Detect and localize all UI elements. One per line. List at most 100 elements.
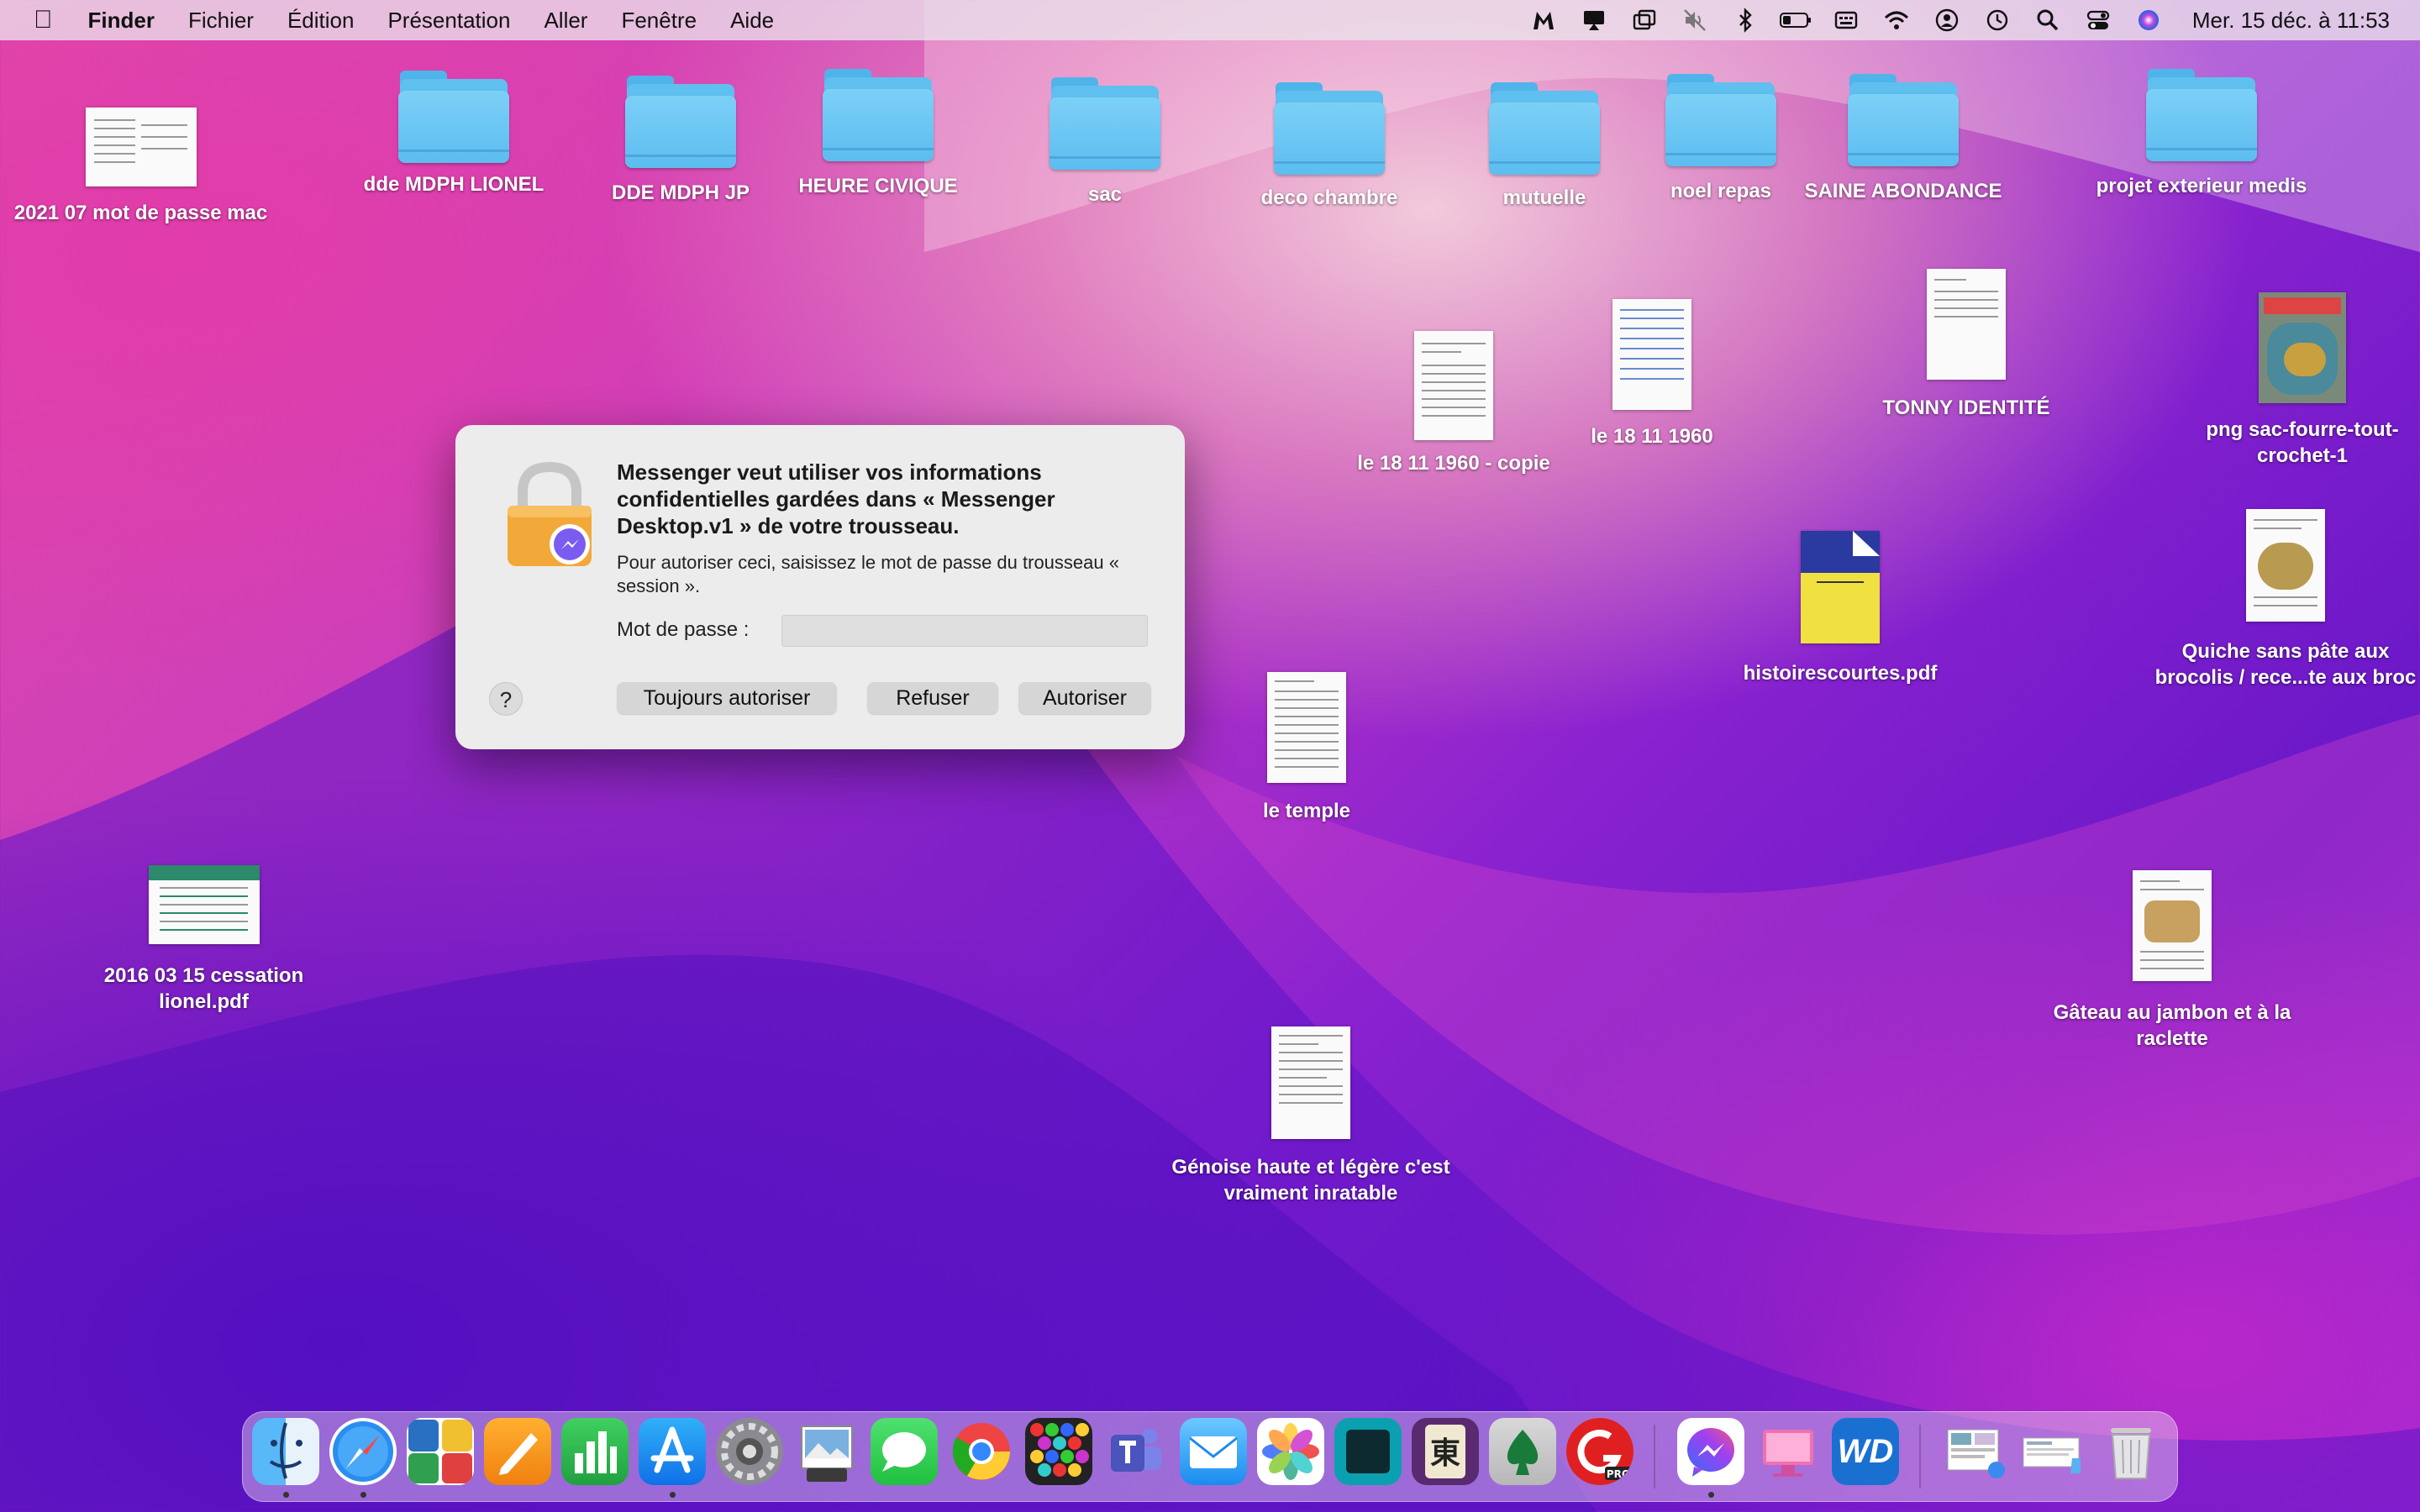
always-allow-button[interactable]: Toujours autoriser (617, 682, 837, 714)
deny-button[interactable]: Refuser (867, 682, 998, 714)
dock-safari[interactable] (329, 1418, 397, 1498)
dock-folder-stack[interactable] (2020, 1418, 2087, 1488)
preview-icon (793, 1418, 860, 1485)
dock-messages[interactable] (871, 1418, 938, 1488)
desktop-folder[interactable]: deco chambre (1228, 79, 1430, 211)
dock-downloads-stack[interactable] (1943, 1418, 2010, 1488)
menu-aller[interactable]: Aller (527, 0, 604, 40)
desktop-file[interactable]: 2016 03 15 cessation lionel.pdf (84, 865, 324, 1015)
time-machine-icon[interactable] (1972, 0, 2023, 40)
screens-icon[interactable] (1619, 0, 1670, 40)
photos-icon (1257, 1418, 1324, 1485)
user-icon[interactable] (1922, 0, 1972, 40)
dock-finder[interactable] (252, 1418, 319, 1498)
dock-app-store[interactable] (639, 1418, 706, 1498)
battery-icon[interactable] (1770, 0, 1821, 40)
numbers-icon (561, 1418, 629, 1485)
file-label: 2021 07 mot de passe mac (13, 202, 268, 224)
folder-icon (1846, 71, 1960, 168)
dock-mahjong[interactable]: 東 (1412, 1418, 1479, 1488)
dock-pages[interactable] (484, 1418, 551, 1488)
dock-soulver[interactable] (407, 1418, 474, 1488)
desktop-folder[interactable]: projet exterieur medis (2075, 66, 2328, 199)
dock-separator (1654, 1425, 1655, 1488)
search-icon[interactable] (2023, 0, 2073, 40)
dock-trash[interactable] (2097, 1418, 2165, 1488)
desktop-file[interactable]: TONNY IDENTITÉ (1857, 269, 2075, 421)
safari-icon (329, 1418, 397, 1485)
password-field[interactable] (781, 615, 1148, 647)
desktop-file[interactable]: le 18 11 1960 (1551, 299, 1753, 449)
folder-icon (397, 67, 511, 165)
folder-icon (2144, 66, 2259, 163)
dialog-description: Pour autoriser ceci, saisissez le mot de… (617, 552, 1119, 596)
dock-mail[interactable] (1180, 1418, 1247, 1488)
desktop-file[interactable]: le temple (1202, 672, 1412, 824)
folder-icon (821, 66, 935, 163)
siri-icon[interactable] (2123, 0, 2174, 40)
desktop-file[interactable]: Gâteau au jambon et à la raclette (2033, 870, 2311, 1052)
dock-antidote[interactable]: PRO (1566, 1418, 1634, 1488)
document-thumbnail-icon (85, 108, 197, 186)
gear-icon (716, 1418, 783, 1485)
menu-fenetre[interactable]: Fenêtre (604, 0, 713, 40)
dock-solitaire[interactable] (1489, 1418, 1556, 1488)
desktop-file[interactable]: 2021 07 mot de passe mac (0, 108, 281, 226)
finder-icon (252, 1418, 319, 1485)
desktop-file[interactable]: Quiche sans pâte aux brocolis / rece...t… (2151, 509, 2420, 690)
desktop-folder[interactable]: mutuelle (1444, 79, 1645, 211)
dock-chrome[interactable] (948, 1418, 1015, 1488)
desktop-file[interactable]: Génoise haute et légère c'est vraiment i… (1134, 1026, 1487, 1206)
desktop-folder[interactable]: SAINE ABONDANCE (1781, 71, 2025, 204)
chrome-icon (948, 1418, 1015, 1485)
document-thumbnail-icon (2246, 509, 2325, 622)
dock-system-preferences[interactable] (716, 1418, 783, 1488)
desktop-file[interactable]: le 18 11 1960 - copie (1336, 331, 1571, 476)
desktop-folder[interactable]: sac (1004, 74, 1206, 207)
keychain-access-dialog: Messenger veut utiliser vos informations… (455, 425, 1185, 749)
dock-photos[interactable] (1257, 1418, 1324, 1488)
dock-numbers[interactable] (561, 1418, 629, 1488)
help-button[interactable]: ? (489, 682, 523, 716)
keyboard-icon[interactable] (1821, 0, 1871, 40)
dock-preview[interactable] (793, 1418, 860, 1488)
dock-wd-discovery[interactable]: WD (1832, 1418, 1899, 1488)
file-label: le temple (1262, 800, 1351, 822)
file-label: histoirescourtes.pdf (1743, 662, 1938, 685)
dock-cleanmymac[interactable] (1754, 1418, 1822, 1488)
dock-messenger[interactable] (1677, 1418, 1744, 1498)
allow-button[interactable]: Autoriser (1018, 682, 1151, 714)
malwarebytes-icon[interactable] (1518, 0, 1569, 40)
apple-menu-icon[interactable]:  (0, 0, 71, 40)
wifi-icon[interactable] (1871, 0, 1922, 40)
terminal-icon (1334, 1418, 1402, 1485)
folder-label: sac (1087, 183, 1123, 206)
desktop-folder[interactable]: DDE MDPH JP (580, 72, 781, 206)
menu-presentation[interactable]: Présentation (371, 0, 527, 40)
bubbles-icon (1025, 1418, 1092, 1485)
desktop-folder[interactable]: HEURE CIVIQUE (777, 66, 979, 199)
menu-edition[interactable]: Édition (271, 0, 371, 40)
mail-icon (1180, 1418, 1247, 1485)
menubar-clock[interactable]: Mer. 15 déc. à 11:53 (2174, 8, 2390, 34)
menu-fichier[interactable]: Fichier (171, 0, 271, 40)
bluetooth-icon[interactable] (1720, 0, 1770, 40)
airplay-icon[interactable] (1569, 0, 1619, 40)
dock-bubble-game[interactable] (1025, 1418, 1092, 1488)
dock-teams[interactable] (1102, 1418, 1170, 1488)
desktop-file[interactable]: png sac-fourre-tout-crochet-1 (2176, 292, 2420, 469)
file-label: le 18 11 1960 (1591, 425, 1713, 448)
pro-badge: PRO (1607, 1468, 1630, 1480)
folder-label: deco chambre (1260, 186, 1398, 209)
desktop-folder[interactable]: dde MDPH LIONEL (353, 67, 555, 197)
teams-icon (1102, 1418, 1170, 1485)
menu-app-finder[interactable]: Finder (71, 0, 171, 40)
menu-aide[interactable]: Aide (713, 0, 791, 40)
dock-separator (1919, 1425, 1921, 1488)
dock-terminal[interactable] (1334, 1418, 1402, 1488)
control-center-icon[interactable] (2073, 0, 2123, 40)
desktop-file[interactable]: histoirescourtes.pdf (1723, 531, 1958, 686)
mahjong-icon: 東 (1412, 1418, 1479, 1485)
mute-icon[interactable] (1670, 0, 1720, 40)
file-label: Génoise haute et légère c'est vraiment i… (1171, 1156, 1450, 1205)
